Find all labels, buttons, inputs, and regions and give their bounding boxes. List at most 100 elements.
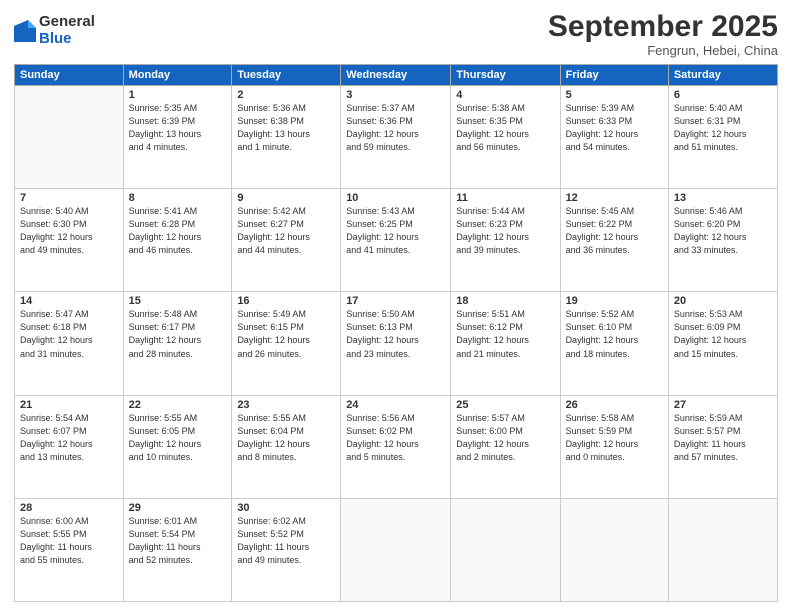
day-number: 24: [346, 399, 445, 411]
day-cell: 5Sunrise: 5:39 AM Sunset: 6:33 PM Daylig…: [560, 86, 668, 189]
day-number: 5: [566, 89, 663, 101]
day-info: Sunrise: 5:40 AM Sunset: 6:30 PM Dayligh…: [20, 205, 118, 257]
day-cell: 28Sunrise: 6:00 AM Sunset: 5:55 PM Dayli…: [15, 498, 124, 601]
day-info: Sunrise: 5:36 AM Sunset: 6:38 PM Dayligh…: [237, 102, 335, 154]
day-info: Sunrise: 5:46 AM Sunset: 6:20 PM Dayligh…: [674, 205, 772, 257]
header: General Blue September 2025 Fengrun, Heb…: [14, 10, 778, 58]
day-number: 4: [456, 89, 554, 101]
header-row: SundayMondayTuesdayWednesdayThursdayFrid…: [15, 65, 778, 86]
day-cell: 30Sunrise: 6:02 AM Sunset: 5:52 PM Dayli…: [232, 498, 341, 601]
day-info: Sunrise: 5:56 AM Sunset: 6:02 PM Dayligh…: [346, 412, 445, 464]
day-cell: 19Sunrise: 5:52 AM Sunset: 6:10 PM Dayli…: [560, 292, 668, 395]
page: General Blue September 2025 Fengrun, Heb…: [0, 0, 792, 612]
day-info: Sunrise: 5:59 AM Sunset: 5:57 PM Dayligh…: [674, 412, 772, 464]
day-info: Sunrise: 5:55 AM Sunset: 6:05 PM Dayligh…: [129, 412, 227, 464]
day-number: 22: [129, 399, 227, 411]
day-cell: 13Sunrise: 5:46 AM Sunset: 6:20 PM Dayli…: [668, 189, 777, 292]
day-cell: 20Sunrise: 5:53 AM Sunset: 6:09 PM Dayli…: [668, 292, 777, 395]
day-cell: 22Sunrise: 5:55 AM Sunset: 6:05 PM Dayli…: [123, 395, 232, 498]
day-cell: 12Sunrise: 5:45 AM Sunset: 6:22 PM Dayli…: [560, 189, 668, 292]
day-number: 18: [456, 295, 554, 307]
day-info: Sunrise: 5:53 AM Sunset: 6:09 PM Dayligh…: [674, 308, 772, 360]
day-info: Sunrise: 5:49 AM Sunset: 6:15 PM Dayligh…: [237, 308, 335, 360]
day-info: Sunrise: 5:57 AM Sunset: 6:00 PM Dayligh…: [456, 412, 554, 464]
header-cell-wednesday: Wednesday: [341, 65, 451, 86]
header-cell-thursday: Thursday: [451, 65, 560, 86]
week-row-3: 21Sunrise: 5:54 AM Sunset: 6:07 PM Dayli…: [15, 395, 778, 498]
day-number: 21: [20, 399, 118, 411]
day-info: Sunrise: 5:48 AM Sunset: 6:17 PM Dayligh…: [129, 308, 227, 360]
day-info: Sunrise: 5:45 AM Sunset: 6:22 PM Dayligh…: [566, 205, 663, 257]
day-cell: 7Sunrise: 5:40 AM Sunset: 6:30 PM Daylig…: [15, 189, 124, 292]
day-number: 1: [129, 89, 227, 101]
subtitle: Fengrun, Hebei, China: [548, 43, 778, 58]
day-cell: 10Sunrise: 5:43 AM Sunset: 6:25 PM Dayli…: [341, 189, 451, 292]
day-cell: [341, 498, 451, 601]
day-number: 20: [674, 295, 772, 307]
day-info: Sunrise: 5:54 AM Sunset: 6:07 PM Dayligh…: [20, 412, 118, 464]
day-info: Sunrise: 5:35 AM Sunset: 6:39 PM Dayligh…: [129, 102, 227, 154]
day-cell: [560, 498, 668, 601]
day-number: 6: [674, 89, 772, 101]
day-cell: [15, 86, 124, 189]
day-info: Sunrise: 5:58 AM Sunset: 5:59 PM Dayligh…: [566, 412, 663, 464]
week-row-2: 14Sunrise: 5:47 AM Sunset: 6:18 PM Dayli…: [15, 292, 778, 395]
header-cell-friday: Friday: [560, 65, 668, 86]
day-info: Sunrise: 5:51 AM Sunset: 6:12 PM Dayligh…: [456, 308, 554, 360]
day-number: 11: [456, 192, 554, 204]
week-row-1: 7Sunrise: 5:40 AM Sunset: 6:30 PM Daylig…: [15, 189, 778, 292]
day-cell: 23Sunrise: 5:55 AM Sunset: 6:04 PM Dayli…: [232, 395, 341, 498]
day-number: 2: [237, 89, 335, 101]
day-info: Sunrise: 5:50 AM Sunset: 6:13 PM Dayligh…: [346, 308, 445, 360]
month-title: September 2025: [548, 10, 778, 43]
day-cell: 26Sunrise: 5:58 AM Sunset: 5:59 PM Dayli…: [560, 395, 668, 498]
day-number: 25: [456, 399, 554, 411]
day-cell: 27Sunrise: 5:59 AM Sunset: 5:57 PM Dayli…: [668, 395, 777, 498]
day-number: 15: [129, 295, 227, 307]
day-cell: 4Sunrise: 5:38 AM Sunset: 6:35 PM Daylig…: [451, 86, 560, 189]
day-info: Sunrise: 6:02 AM Sunset: 5:52 PM Dayligh…: [237, 515, 335, 567]
week-row-4: 28Sunrise: 6:00 AM Sunset: 5:55 PM Dayli…: [15, 498, 778, 601]
week-row-0: 1Sunrise: 5:35 AM Sunset: 6:39 PM Daylig…: [15, 86, 778, 189]
day-number: 13: [674, 192, 772, 204]
day-info: Sunrise: 5:55 AM Sunset: 6:04 PM Dayligh…: [237, 412, 335, 464]
day-cell: 25Sunrise: 5:57 AM Sunset: 6:00 PM Dayli…: [451, 395, 560, 498]
calendar-table: SundayMondayTuesdayWednesdayThursdayFrid…: [14, 64, 778, 602]
day-info: Sunrise: 5:43 AM Sunset: 6:25 PM Dayligh…: [346, 205, 445, 257]
day-cell: 24Sunrise: 5:56 AM Sunset: 6:02 PM Dayli…: [341, 395, 451, 498]
day-number: 3: [346, 89, 445, 101]
day-number: 30: [237, 502, 335, 514]
day-number: 28: [20, 502, 118, 514]
header-cell-tuesday: Tuesday: [232, 65, 341, 86]
day-number: 27: [674, 399, 772, 411]
day-number: 29: [129, 502, 227, 514]
day-info: Sunrise: 5:39 AM Sunset: 6:33 PM Dayligh…: [566, 102, 663, 154]
day-number: 26: [566, 399, 663, 411]
day-number: 19: [566, 295, 663, 307]
day-info: Sunrise: 5:40 AM Sunset: 6:31 PM Dayligh…: [674, 102, 772, 154]
day-cell: 18Sunrise: 5:51 AM Sunset: 6:12 PM Dayli…: [451, 292, 560, 395]
day-cell: 21Sunrise: 5:54 AM Sunset: 6:07 PM Dayli…: [15, 395, 124, 498]
day-info: Sunrise: 5:42 AM Sunset: 6:27 PM Dayligh…: [237, 205, 335, 257]
day-number: 14: [20, 295, 118, 307]
day-info: Sunrise: 5:44 AM Sunset: 6:23 PM Dayligh…: [456, 205, 554, 257]
day-cell: 8Sunrise: 5:41 AM Sunset: 6:28 PM Daylig…: [123, 189, 232, 292]
day-cell: 14Sunrise: 5:47 AM Sunset: 6:18 PM Dayli…: [15, 292, 124, 395]
logo-text: General Blue: [39, 14, 95, 47]
day-info: Sunrise: 5:47 AM Sunset: 6:18 PM Dayligh…: [20, 308, 118, 360]
day-number: 9: [237, 192, 335, 204]
day-cell: 1Sunrise: 5:35 AM Sunset: 6:39 PM Daylig…: [123, 86, 232, 189]
day-info: Sunrise: 6:01 AM Sunset: 5:54 PM Dayligh…: [129, 515, 227, 567]
day-cell: 29Sunrise: 6:01 AM Sunset: 5:54 PM Dayli…: [123, 498, 232, 601]
header-cell-monday: Monday: [123, 65, 232, 86]
day-info: Sunrise: 5:41 AM Sunset: 6:28 PM Dayligh…: [129, 205, 227, 257]
day-info: Sunrise: 5:52 AM Sunset: 6:10 PM Dayligh…: [566, 308, 663, 360]
day-cell: 11Sunrise: 5:44 AM Sunset: 6:23 PM Dayli…: [451, 189, 560, 292]
day-cell: 16Sunrise: 5:49 AM Sunset: 6:15 PM Dayli…: [232, 292, 341, 395]
logo-icon: [14, 20, 36, 42]
day-info: Sunrise: 5:38 AM Sunset: 6:35 PM Dayligh…: [456, 102, 554, 154]
day-cell: 15Sunrise: 5:48 AM Sunset: 6:17 PM Dayli…: [123, 292, 232, 395]
day-cell: 6Sunrise: 5:40 AM Sunset: 6:31 PM Daylig…: [668, 86, 777, 189]
logo: General Blue: [14, 14, 95, 47]
day-cell: [451, 498, 560, 601]
